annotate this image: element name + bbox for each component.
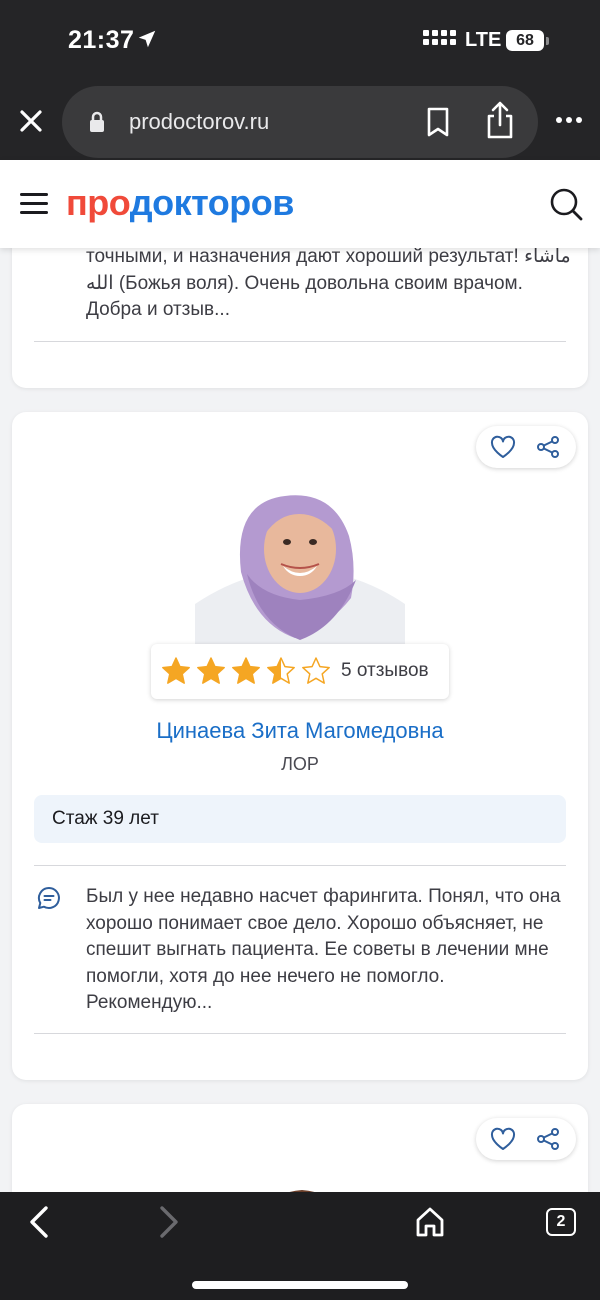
tabs-icon[interactable]: 2 [546, 1208, 576, 1236]
lock-icon [90, 111, 104, 132]
comment-icon [37, 886, 60, 909]
browser-toolbar: 2 [0, 1192, 600, 1300]
logo-part-pro: про [66, 182, 130, 223]
star-full-icon [232, 657, 260, 684]
doctor-specialty: ЛОР [281, 754, 319, 774]
experience-badge: Стаж 39 лет [34, 795, 566, 843]
star-full-icon [197, 657, 225, 684]
site-header: продокторов [0, 160, 600, 248]
divider [34, 341, 566, 342]
status-time: 21:37 [68, 26, 135, 54]
more-icon[interactable] [554, 110, 584, 130]
network-type: LTE [465, 29, 502, 51]
divider [34, 865, 566, 866]
reviews-count[interactable]: 5 отзывов [341, 660, 429, 682]
home-indicator [192, 1281, 408, 1289]
share-nodes-icon[interactable] [536, 435, 560, 459]
battery-indicator: 68 [506, 30, 544, 51]
doctor-photo[interactable] [195, 454, 405, 644]
home-icon[interactable] [414, 1206, 446, 1238]
browser-chrome: 21:37 LTE 68 prodoctorov.ru [0, 0, 600, 160]
search-icon[interactable] [548, 186, 584, 222]
star-full-icon [162, 657, 190, 684]
doctor-photo[interactable] [242, 1144, 362, 1192]
rating-stars [161, 656, 331, 686]
status-bar: 21:37 LTE 68 [0, 0, 600, 80]
logo-part-doktorov: докторов [129, 182, 295, 223]
bookmark-icon[interactable] [424, 106, 452, 138]
back-icon[interactable] [26, 1204, 52, 1240]
battery-tip [546, 37, 549, 45]
review-text[interactable]: Был у нее недавно насчет фарингита. Поня… [86, 884, 564, 1017]
heart-icon[interactable] [490, 435, 516, 459]
share-icon[interactable] [484, 100, 516, 140]
star-half-icon [267, 657, 295, 684]
site-logo[interactable]: продокторов [66, 182, 294, 224]
card-actions [476, 1118, 576, 1160]
doctor-card [12, 1104, 588, 1192]
menu-icon[interactable] [20, 193, 48, 215]
experience-text: Стаж 39 лет [52, 808, 159, 829]
share-nodes-icon[interactable] [536, 1127, 560, 1151]
close-icon[interactable] [14, 104, 48, 138]
url-text[interactable]: prodoctorov.ru [129, 109, 269, 135]
rating-box[interactable]: 5 отзывов [151, 644, 449, 699]
doctor-card: точными, и назначения дают хороший резул… [12, 248, 588, 388]
card-actions [476, 426, 576, 468]
doctor-list: точными, и назначения дают хороший резул… [0, 248, 600, 1192]
star-empty-icon [302, 657, 330, 684]
review-text: точными, и назначения дают хороший резул… [86, 248, 571, 320]
doctor-card: 5 отзывов Цинаева Зита Магомедовна ЛОР С… [12, 412, 588, 1080]
divider [34, 1033, 566, 1034]
heart-icon[interactable] [490, 1127, 516, 1151]
location-arrow-icon [138, 30, 156, 48]
forward-icon[interactable] [156, 1204, 182, 1240]
doctor-name-link[interactable]: Цинаева Зита Магомедовна [12, 718, 588, 744]
signal-icon [423, 30, 456, 45]
